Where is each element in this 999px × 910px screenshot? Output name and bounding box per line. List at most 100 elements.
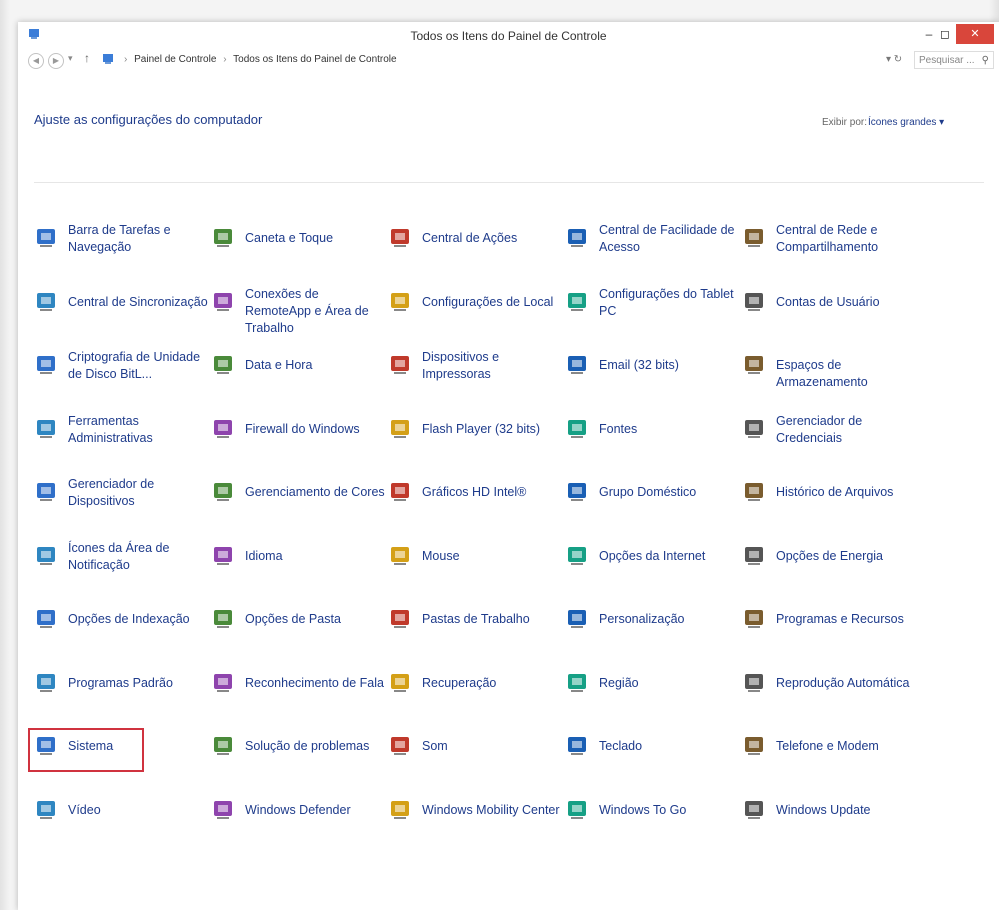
control-panel-item-label: Histórico de Arquivos — [776, 485, 894, 499]
view-by-dropdown[interactable]: Ícones grandes ▾ — [868, 117, 944, 128]
control-panel-item[interactable]: Programas e Recursos — [742, 595, 919, 659]
folder-options-icon — [214, 610, 232, 628]
control-panel-item[interactable]: Barra de Tarefas e Navegação — [34, 214, 211, 278]
control-panel-item[interactable]: Telefone e Modem — [742, 722, 919, 786]
device-manager-icon — [37, 483, 55, 501]
control-panel-item-label: Windows Mobility Center — [422, 802, 560, 817]
forward-button[interactable]: ▶ — [48, 53, 64, 69]
control-panel-item[interactable]: Som — [388, 722, 565, 786]
control-panel-item[interactable]: Ícones da Área de Notificação — [34, 532, 211, 596]
control-panel-item[interactable]: Dispositivos e Impressoras — [388, 341, 565, 405]
control-panel-item[interactable]: Opções de Pasta — [211, 595, 388, 659]
system-icon — [37, 737, 55, 755]
control-panel-item[interactable]: Teclado — [565, 722, 742, 786]
control-panel-item[interactable]: Firewall do Windows — [211, 405, 388, 469]
breadcrumb-item[interactable]: Painel de Controle — [134, 54, 216, 65]
control-panel-item[interactable]: Gráficos HD Intel® — [388, 468, 565, 532]
control-panel-item-label: Teclado — [599, 739, 643, 753]
location-icon — [391, 292, 409, 311]
control-panel-item[interactable]: Solução de problemas — [211, 722, 388, 786]
pen-icon — [214, 229, 232, 247]
control-panel-item[interactable]: Windows Update — [742, 786, 919, 850]
control-panel-item[interactable]: Criptografia de Unidade de Disco BitL... — [34, 341, 211, 405]
minimize-button[interactable]: – — [922, 24, 936, 44]
control-panel-item[interactable]: Vídeo — [34, 786, 211, 850]
control-panel-item[interactable]: Espaços de Armazenamento — [742, 341, 919, 405]
up-arrow-icon[interactable]: ↑ — [84, 51, 90, 65]
defender-icon — [214, 800, 232, 819]
recent-locations-dropdown[interactable]: ▾ — [68, 53, 73, 64]
control-panel-item[interactable]: Opções de Energia — [742, 532, 919, 596]
breadcrumb[interactable]: › Painel de Controle › Todos os Itens do… — [120, 54, 397, 65]
internet-icon — [568, 546, 586, 565]
refresh-button[interactable]: ▾ ↻ — [886, 54, 902, 65]
control-panel-item[interactable]: Programas Padrão — [34, 659, 211, 723]
address-bar: ◀ ▶ ▾ ↑ › Painel de Controle › Todos os … — [18, 48, 999, 74]
control-panel-item[interactable]: Configurações do Tablet PC — [565, 278, 742, 342]
control-panel-item-label: Sistema — [68, 739, 114, 753]
control-panel-item[interactable]: Fontes — [565, 405, 742, 469]
control-panel-item-label: Criptografia de Unidade de Disco BitL... — [68, 350, 201, 381]
close-button[interactable]: ✕ — [956, 24, 994, 44]
remote-desktop-icon — [214, 292, 232, 311]
control-panel-item[interactable]: Reprodução Automática — [742, 659, 919, 723]
control-panel-item[interactable]: Email (32 bits) — [565, 341, 742, 405]
clock-icon — [214, 356, 232, 374]
control-panel-item[interactable]: Data e Hora — [211, 341, 388, 405]
control-panel-item[interactable]: Pastas de Trabalho — [388, 595, 565, 659]
control-panel-item[interactable]: Gerenciador de Dispositivos — [34, 468, 211, 532]
control-panel-item[interactable]: Idioma — [211, 532, 388, 596]
control-panel-item[interactable]: Central de Ações — [388, 214, 565, 278]
control-panel-item[interactable]: Mouse — [388, 532, 565, 596]
control-panel-items: Barra de Tarefas e Navegação Caneta e Toq… — [28, 214, 919, 850]
control-panel-item[interactable]: Windows Defender — [211, 786, 388, 850]
control-panel-item-label: Ícones da Área de Notificação — [68, 540, 170, 572]
control-panel-item[interactable]: Central de Facilidade de Acesso — [565, 214, 742, 278]
control-panel-item[interactable]: Contas de Usuário — [742, 278, 919, 342]
control-panel-item-label: Pastas de Trabalho — [422, 612, 530, 626]
control-panel-item-label: Caneta e Toque — [245, 231, 334, 245]
control-panel-item-label: Programas Padrão — [68, 675, 173, 690]
control-panel-item[interactable]: Reconhecimento de Fala — [211, 659, 388, 723]
indexing-icon — [37, 610, 55, 628]
control-panel-item[interactable]: Sistema — [28, 722, 211, 786]
title-bar[interactable]: Todos os Itens do Painel de Controle – ◻… — [18, 22, 999, 48]
control-panel-item[interactable]: Conexões de RemoteApp e Área de Trabalho — [211, 278, 388, 342]
search-placeholder: Pesquisar ... — [919, 55, 975, 66]
control-panel-item-label: Personalização — [599, 612, 685, 626]
control-panel-item[interactable]: Configurações de Local — [388, 278, 565, 342]
chevron-right-icon: › — [124, 54, 128, 65]
control-panel-item[interactable]: Flash Player (32 bits) — [388, 405, 565, 469]
key-icon — [37, 356, 55, 374]
control-panel-item-label: Data e Hora — [245, 358, 313, 372]
control-panel-item[interactable]: Caneta e Toque — [211, 214, 388, 278]
control-panel-item[interactable]: Personalização — [565, 595, 742, 659]
control-panel-item[interactable]: Grupo Doméstico — [565, 468, 742, 532]
control-panel-item[interactable]: Histórico de Arquivos — [742, 468, 919, 532]
control-panel-item-label: Central de Facilidade de Acesso — [599, 223, 735, 254]
control-panel-item[interactable]: Gerenciamento de Cores — [211, 468, 388, 532]
control-panel-item-label: Windows To Go — [599, 802, 687, 817]
control-panel-item[interactable]: Opções de Indexação — [34, 595, 211, 659]
search-input[interactable]: Pesquisar ... ⚲ — [914, 51, 994, 69]
control-panel-item[interactable]: Recuperação — [388, 659, 565, 723]
control-panel-item[interactable]: Central de Sincronização — [34, 278, 211, 342]
control-panel-item[interactable]: Central de Rede e Compartilhamento — [742, 214, 919, 278]
control-panel-item[interactable]: Região — [565, 659, 742, 723]
control-panel-item-label: Fontes — [599, 421, 638, 436]
phone-icon — [745, 737, 763, 755]
back-button[interactable]: ◀ — [28, 53, 44, 69]
breadcrumb-item[interactable]: Todos os Itens do Painel de Controle — [233, 54, 396, 65]
windows-to-go-icon — [568, 800, 586, 819]
maximize-button[interactable]: ◻ — [938, 24, 952, 44]
taskbar-icon — [37, 229, 55, 247]
control-panel-item-label: Gerenciador de Credenciais — [776, 413, 863, 445]
control-panel-item[interactable]: Ferramentas Administrativas — [34, 405, 211, 469]
search-icon[interactable]: ⚲ — [982, 52, 989, 70]
control-panel-item[interactable]: Windows To Go — [565, 786, 742, 850]
language-icon — [214, 546, 232, 565]
control-panel-item[interactable]: Gerenciador de Credenciais — [742, 405, 919, 469]
mouse-icon — [391, 546, 409, 565]
control-panel-item[interactable]: Windows Mobility Center — [388, 786, 565, 850]
control-panel-item[interactable]: Opções da Internet — [565, 532, 742, 596]
